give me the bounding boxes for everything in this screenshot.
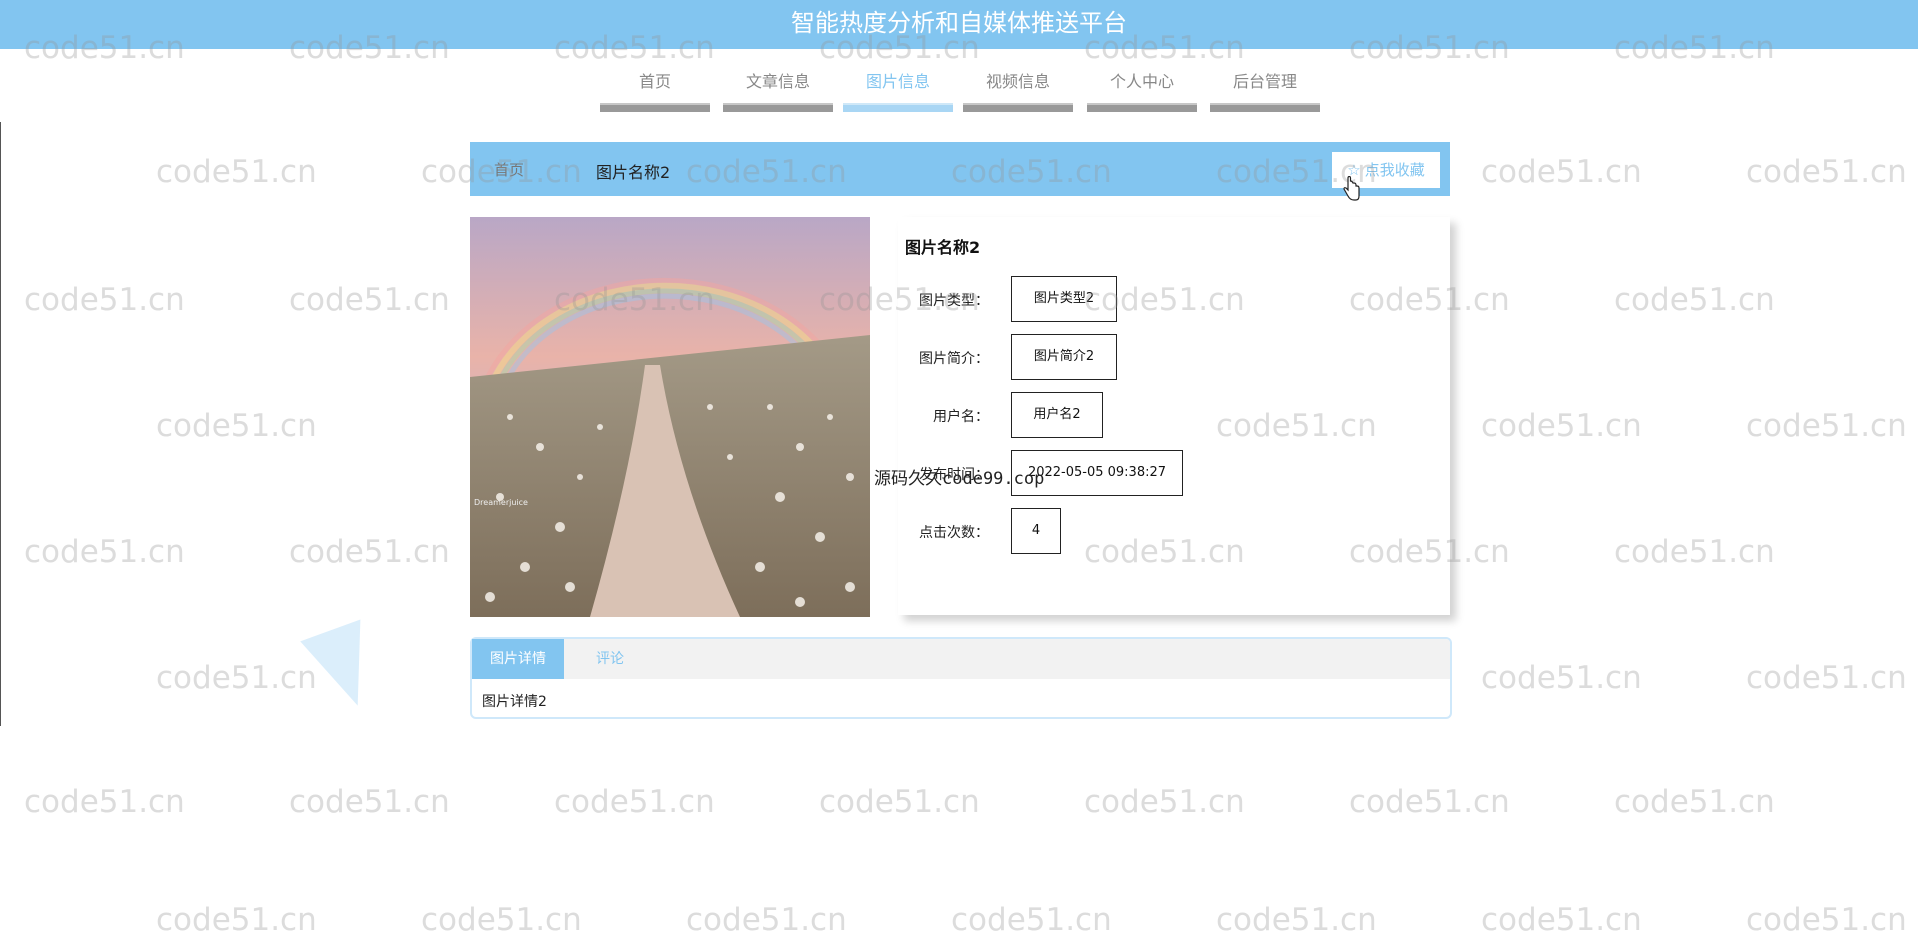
watermark: code51.cn [1481,902,1642,932]
field-label-type: 图片类型： [919,293,989,309]
watermark: code51.cn [156,660,317,696]
detail-header-bar: 首页 图片名称2 ☆ 点我收藏 [470,142,1450,196]
favorite-label: 点我收藏 [1364,161,1425,179]
watermark: code51.cn [1614,784,1775,820]
watermark: code51.cn [819,784,980,820]
nav-item-label: 首页 [638,72,671,91]
watermark: code51.cn [289,534,450,570]
watermark: code51.cn [1481,660,1642,696]
tabs-strip: 图片详情 评论 [472,639,1450,679]
watermark: code51.cn [1746,660,1907,696]
watermark: code51.cn [289,784,450,820]
nav-underline [723,103,833,112]
field-value-username: 用户名2 [1011,392,1103,438]
photo-caption: Dreamerjuice [474,498,528,507]
field-label-intro: 图片简介： [919,351,989,367]
watermark: code51.cn [1746,154,1907,190]
nav-item-articles[interactable]: 文章信息 [723,70,833,112]
nav-underline [963,103,1073,112]
overlay-watermark-text: 源码久久code99.cop [874,464,1044,489]
nav-item-videos[interactable]: 视频信息 [963,70,1073,112]
watermark: code51.cn [554,784,715,820]
watermark: code51.cn [1349,784,1510,820]
tab-comments[interactable]: 评论 [564,639,656,679]
nav-underline [1087,103,1197,112]
top-banner: 智能热度分析和自媒体推送平台 [0,0,1918,49]
field-value-intro: 图片简介2 [1011,334,1117,380]
watermark: code51.cn [686,902,847,932]
nav-item-label: 个人中心 [1109,72,1174,91]
nav-item-admin[interactable]: 后台管理 [1210,70,1320,112]
watermark: code51.cn [156,154,317,190]
nav-item-label: 视频信息 [985,72,1050,91]
overlay-text-cn: 源码久久 [874,469,942,489]
watermark: code51.cn [289,282,450,318]
watermark: code51.cn [1746,408,1907,444]
watermark: code51.cn [24,534,185,570]
field-label-clicks: 点击次数： [919,525,989,541]
tab-content: 图片详情2 [482,694,547,710]
decorative-triangle [300,619,388,717]
field-value-clicks: 4 [1011,508,1061,554]
watermark: code51.cn [1614,534,1775,570]
watermark: code51.cn [1614,282,1775,318]
watermark: code51.cn [156,408,317,444]
info-title: 图片名称2 [905,238,981,257]
nav-item-label: 图片信息 [865,72,930,91]
field-label-username: 用户名： [933,409,989,425]
watermark: code51.cn [24,282,185,318]
watermark: code51.cn [1481,154,1642,190]
breadcrumb-home[interactable]: 首页 [494,159,524,180]
watermark: code51.cn [156,902,317,932]
breadcrumb-title: 图片名称2 [596,163,671,182]
watermark: code51.cn [1746,902,1907,932]
left-divider [0,122,1,726]
nav-item-label: 后台管理 [1232,72,1297,91]
overlay-text-site: code99.cop [942,469,1045,489]
watermark: code51.cn [951,902,1112,932]
watermark: code51.cn [1216,902,1377,932]
nav-item-images[interactable]: 图片信息 [843,70,953,112]
watermark: code51.cn [1084,784,1245,820]
nav-item-home[interactable]: 首页 [600,70,710,112]
nav-item-profile[interactable]: 个人中心 [1087,70,1197,112]
nav-underline [843,103,953,112]
tab-image-details[interactable]: 图片详情 [472,639,564,679]
watermark: code51.cn [1481,408,1642,444]
nav-item-label: 文章信息 [745,72,810,91]
detail-tabs: 图片详情 评论 图片详情2 [470,637,1452,719]
photo-image: Dreamerjuice [470,217,870,617]
mouse-cursor-icon [1342,175,1360,206]
watermark: code51.cn [24,784,185,820]
nav-underline [1210,103,1320,112]
watermark: code51.cn [421,902,582,932]
nav-underline [600,103,710,112]
field-value-type: 图片类型2 [1011,276,1117,322]
site-title: 智能热度分析和自媒体推送平台 [791,9,1127,37]
